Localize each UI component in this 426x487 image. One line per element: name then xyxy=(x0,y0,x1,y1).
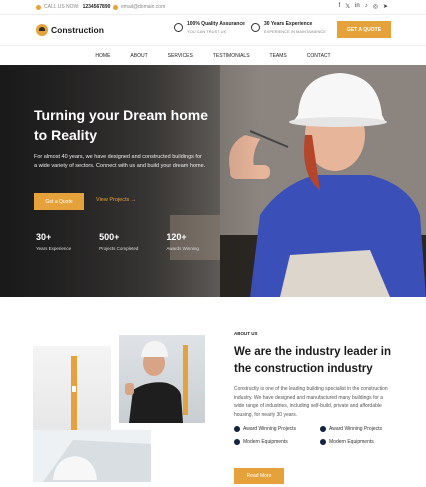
about-title: We are the industry leader in the constr… xyxy=(234,346,392,375)
stat-label: Projects Completed xyxy=(99,246,139,251)
check-label: Modern Equipments xyxy=(329,439,374,445)
phone-info[interactable]: CALL US NOW: 1234567890 xyxy=(36,4,110,10)
hero-section: Turning your Dream home to Reality For a… xyxy=(0,65,426,297)
instagram-icon[interactable]: ◎ xyxy=(373,3,378,10)
email-icon xyxy=(113,4,118,10)
main-nav: HOME ABOUT SERVICES TESTIMONIALS TEAMS C… xyxy=(0,45,426,65)
check-item: Award Winning Projects xyxy=(234,426,320,432)
check-label: Award Winning Projects xyxy=(329,426,382,432)
check-circle-icon xyxy=(320,439,326,445)
about-kicker: ABOUT US xyxy=(234,331,258,336)
top-bar: CALL US NOW: 1234567890 email@domain.com… xyxy=(0,0,426,15)
nav-home[interactable]: HOME xyxy=(95,53,110,59)
call-label: CALL US NOW: xyxy=(44,4,80,10)
nav-contact[interactable]: CONTACT xyxy=(307,53,331,59)
check-item: Modern Equipments xyxy=(320,439,400,445)
stat-experience: 30+ Years Experience xyxy=(36,232,71,251)
header: Construction 100% Quality Assurance YOU … xyxy=(0,15,426,45)
nav-teams[interactable]: TEAMS xyxy=(270,53,287,59)
logo-text: Construction xyxy=(51,25,104,35)
stat-value: 120+ xyxy=(166,232,187,242)
feature-quality: 100% Quality Assurance YOU CAN TRUST US xyxy=(174,21,245,34)
feature-quality-sub: YOU CAN TRUST US xyxy=(187,29,227,34)
check-circle-icon xyxy=(320,426,326,432)
check-circle-icon xyxy=(234,439,240,445)
logo[interactable]: Construction xyxy=(36,24,104,36)
stat-label: Awards Winning xyxy=(166,246,199,251)
about-text: Constructly is one of the leading buildi… xyxy=(234,386,388,418)
check-item: Modern Equipments xyxy=(234,439,320,445)
phone-icon xyxy=(36,4,41,10)
feature-experience: 30 Years Experience EXPERIENCE IN MAINTA… xyxy=(251,21,326,34)
check-item: Award Winning Projects xyxy=(320,426,400,432)
check-circle-icon xyxy=(234,426,240,432)
feature-experience-title: 30 Years Experience xyxy=(264,21,313,27)
thumbs-up-worker-image xyxy=(116,332,208,426)
linkedin-icon[interactable]: in xyxy=(355,3,360,10)
feature-experience-sub: EXPERIENCE IN MAINTAINENCE xyxy=(264,29,326,34)
tiktok-icon[interactable]: ♪ xyxy=(365,3,368,10)
facebook-icon[interactable]: f xyxy=(339,3,341,10)
helmet-blueprint-image xyxy=(33,430,151,482)
clock-icon xyxy=(251,23,260,32)
email-info[interactable]: email@domain.com xyxy=(113,4,165,10)
email-address[interactable]: email@domain.com xyxy=(121,4,165,10)
shield-check-icon xyxy=(174,23,183,32)
helmet-logo-icon xyxy=(36,24,48,36)
check-label: Modern Equipments xyxy=(243,439,288,445)
check-label: Award Winning Projects xyxy=(243,426,296,432)
hero-stats: 30+ Years Experience 500+ Projects Compl… xyxy=(36,232,199,251)
view-projects-link[interactable]: View Projects → xyxy=(96,197,136,203)
phone-number[interactable]: 1234567890 xyxy=(83,4,111,10)
hero-get-quote-button[interactable]: Get a Quote xyxy=(34,193,84,210)
hero-title: Turning your Dream home to Reality xyxy=(34,107,208,143)
about-section: ABOUT US We are the industry leader in t… xyxy=(234,331,394,484)
feature-quality-title: 100% Quality Assurance xyxy=(187,21,245,27)
nav-testimonials[interactable]: TESTIMONIALS xyxy=(213,53,250,59)
stat-value: 500+ xyxy=(99,232,120,242)
social-links: f 𝕏 in ♪ ◎ ➤ xyxy=(339,3,388,10)
stat-awards: 120+ Awards Winning xyxy=(166,232,198,251)
twitter-icon[interactable]: 𝕏 xyxy=(345,3,350,10)
telegram-icon[interactable]: ➤ xyxy=(383,3,388,10)
get-quote-button[interactable]: GET A QUOTE xyxy=(337,21,391,38)
nav-about[interactable]: ABOUT xyxy=(130,53,147,59)
stat-projects: 500+ Projects Completed xyxy=(99,232,138,251)
nav-services[interactable]: SERVICES xyxy=(168,53,193,59)
about-checklist: Award Winning Projects Award Winning Pro… xyxy=(234,426,394,445)
hero-text: For almost 40 years, we have designed an… xyxy=(34,154,206,169)
stat-value: 30+ xyxy=(36,232,52,242)
hero-overlay xyxy=(0,65,260,297)
stat-label: Years Experience xyxy=(36,246,72,251)
about-images xyxy=(33,330,211,482)
